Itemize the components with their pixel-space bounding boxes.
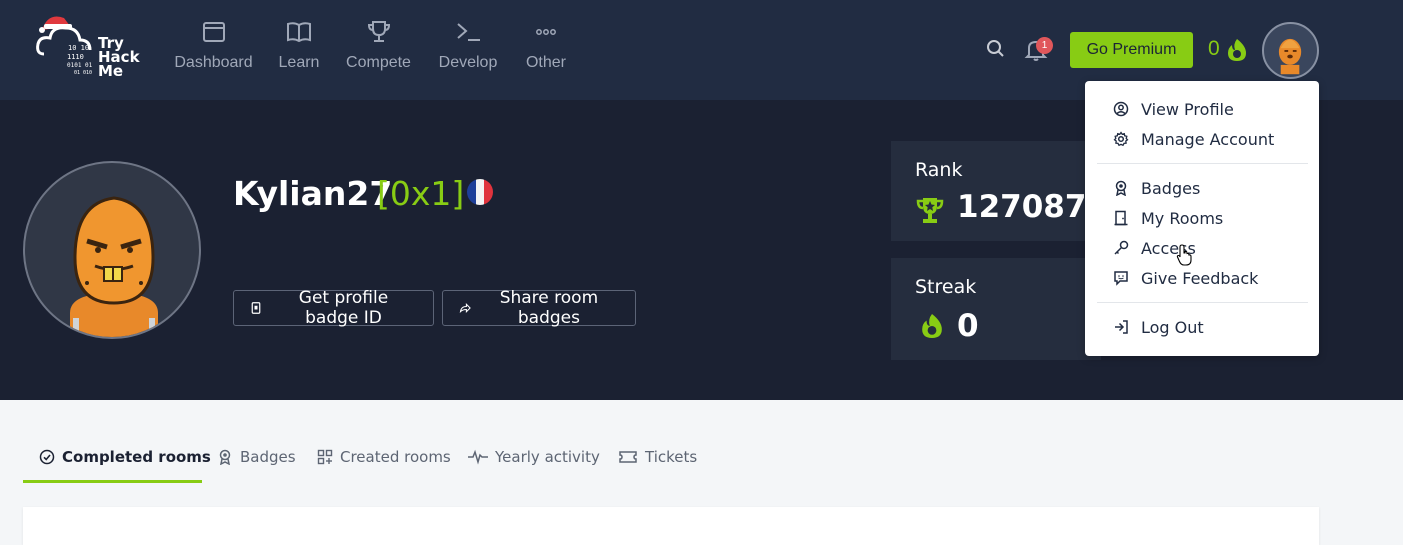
profile-username: Kylian27 (233, 174, 393, 213)
tab-created-rooms[interactable]: Created rooms (317, 430, 451, 484)
profile-level: [0x1] (377, 174, 465, 213)
rank-label: Rank (915, 159, 963, 181)
nav-learn-label: Learn (278, 54, 320, 71)
door-icon (1114, 210, 1128, 226)
svg-text:10 10: 10 10 (68, 44, 89, 52)
svg-text:0101 01: 0101 01 (67, 62, 93, 69)
notification-count-badge: 1 (1036, 37, 1053, 54)
go-premium-button[interactable]: Go Premium (1070, 32, 1193, 68)
menu-my-rooms-label: My Rooms (1141, 208, 1224, 228)
profile-avatar (23, 161, 201, 339)
check-circle-icon (39, 449, 55, 465)
svg-text:1110: 1110 (67, 53, 84, 61)
user-dropdown-menu: View Profile Manage Account Badges My Ro… (1085, 81, 1319, 356)
gear-icon (1113, 131, 1129, 147)
share-icon (459, 303, 471, 314)
avatar-image (1278, 38, 1302, 75)
nav-dashboard-label: Dashboard (174, 54, 253, 71)
menu-badges[interactable]: Badges (1113, 176, 1200, 200)
streak-card: Streak 0 (891, 258, 1101, 360)
user-circle-icon (1113, 101, 1129, 117)
menu-badges-label: Badges (1141, 178, 1201, 198)
nav-learn[interactable]: Learn (278, 18, 320, 72)
nav-develop-label: Develop (438, 54, 498, 71)
rank-trophy-icon (914, 194, 946, 226)
tab-tickets-label: Tickets (645, 448, 698, 466)
search-icon[interactable] (984, 37, 1008, 61)
tryhackme-logo[interactable]: 10 10 1110 0101 01 01 010 Try Hack Me (34, 10, 154, 86)
nav-develop[interactable]: Develop (437, 18, 499, 72)
nav-compete-label: Compete (346, 54, 411, 71)
menu-my-rooms[interactable]: My Rooms (1113, 206, 1223, 230)
streak-counter: 0 (1208, 37, 1220, 60)
menu-manage-account[interactable]: Manage Account (1113, 127, 1274, 151)
tab-created-rooms-label: Created rooms (340, 448, 451, 466)
tab-yearly-activity-label: Yearly activity (495, 448, 600, 466)
book-icon (285, 18, 313, 46)
streak-label: Streak (915, 276, 977, 298)
get-profile-badge-id-label: Get profile badge ID (298, 288, 389, 328)
menu-log-out-label: Log Out (1141, 317, 1204, 337)
tab-badges-label: Badges (240, 448, 296, 466)
trophy-icon (365, 18, 393, 46)
menu-divider (1097, 163, 1308, 164)
tab-tickets[interactable]: Tickets (618, 430, 697, 484)
menu-divider (1097, 302, 1308, 303)
tab-completed-rooms[interactable]: Completed rooms (39, 430, 211, 484)
get-profile-badge-id-button[interactable]: Get profile badge ID (233, 288, 434, 328)
nav-other-label: Other (525, 54, 566, 71)
completed-rooms-panel (23, 507, 1319, 545)
france-flag-icon (467, 179, 493, 205)
menu-give-feedback[interactable]: Give Feedback (1113, 266, 1258, 290)
ticket-icon (619, 451, 637, 463)
share-room-badges-button[interactable]: Share room badges (442, 288, 636, 328)
menu-log-out[interactable]: Log Out (1113, 315, 1204, 339)
brand-line-me: Me (98, 62, 124, 80)
share-room-badges-label: Share room badges (499, 288, 599, 328)
mouse-cursor-hand-icon (1176, 244, 1194, 266)
id-badge-icon (251, 302, 261, 314)
streak-value: 0 (957, 308, 979, 344)
badge-icon (219, 449, 231, 465)
menu-view-profile[interactable]: View Profile (1113, 97, 1234, 121)
streak-flame-icon (920, 312, 944, 340)
grid-plus-icon (317, 449, 333, 465)
user-avatar-menu[interactable] (1262, 22, 1319, 79)
flame-icon (1226, 38, 1248, 62)
logout-icon (1115, 320, 1128, 334)
active-tab-indicator (23, 480, 202, 483)
profile-avatar-image (70, 196, 158, 337)
badge-icon (1115, 180, 1127, 196)
tab-yearly-activity[interactable]: Yearly activity (468, 430, 600, 484)
rank-card: Rank 1270870 (891, 141, 1108, 241)
feedback-icon (1114, 271, 1128, 286)
svg-text:01 010: 01 010 (74, 70, 92, 76)
terminal-icon (454, 18, 482, 46)
tab-completed-rooms-label: Completed rooms (62, 448, 211, 466)
menu-view-profile-label: View Profile (1141, 99, 1234, 119)
nav-dashboard[interactable]: Dashboard (174, 18, 253, 72)
menu-manage-account-label: Manage Account (1141, 129, 1275, 149)
more-icon (532, 18, 560, 46)
nav-compete[interactable]: Compete (345, 18, 412, 72)
tab-badges[interactable]: Badges (217, 430, 296, 484)
nav-other[interactable]: Other (524, 18, 568, 72)
menu-give-feedback-label: Give Feedback (1141, 268, 1259, 288)
key-icon (1114, 240, 1129, 255)
dashboard-icon (200, 18, 228, 46)
activity-icon (468, 449, 488, 465)
brand-name: Try Hack Me (98, 36, 140, 80)
